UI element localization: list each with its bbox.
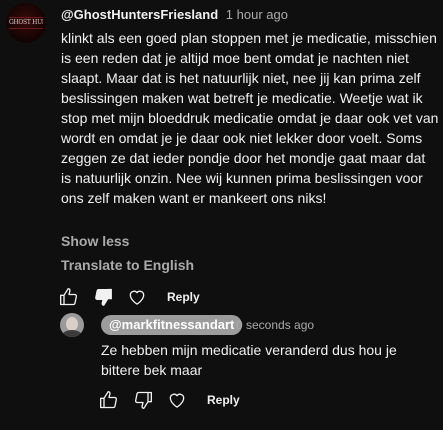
reply-heart-button[interactable] [167,388,201,412]
comment-header: @GhostHuntersFriesland 1 hour ago [61,7,288,22]
reply-actions: Reply [99,388,240,412]
dislike-button[interactable] [93,285,127,309]
reply-button[interactable]: Reply [167,290,200,304]
reply-text: Ze hebben mijn medicatie veranderd dus h… [101,342,397,378]
reply-like-button[interactable] [99,388,133,412]
like-button[interactable] [59,285,93,309]
reply-author[interactable]: @markfitnessandart [101,315,243,335]
reply-avatar[interactable] [60,313,84,337]
like-icon [100,391,118,409]
reply-time[interactable]: 0 seconds ago [236,318,314,332]
dislike-icon [134,391,152,409]
heart-icon [129,290,145,305]
comment-actions: Reply [59,285,200,309]
show-less-button[interactable]: Show less [61,233,129,249]
avatar-shirt [62,330,82,337]
avatar[interactable]: GHOST HUNTERS FRIESLAND [6,3,46,43]
avatar-face [66,317,78,331]
heart-button[interactable] [127,285,161,309]
comment-text: klinkt als een goed plan stoppen met je … [61,30,439,206]
like-icon [60,288,78,306]
comment-time[interactable]: 1 hour ago [226,7,288,22]
comment-author[interactable]: @GhostHuntersFriesland [61,7,218,22]
reply-reply-button[interactable]: Reply [207,393,240,407]
reply-dislike-button[interactable] [133,388,167,412]
avatar-logo: GHOST HUNTERS FRIESLAND [9,17,43,29]
dislike-icon [95,288,112,306]
heart-icon [169,393,185,408]
translate-button[interactable]: Translate to English [61,257,194,273]
